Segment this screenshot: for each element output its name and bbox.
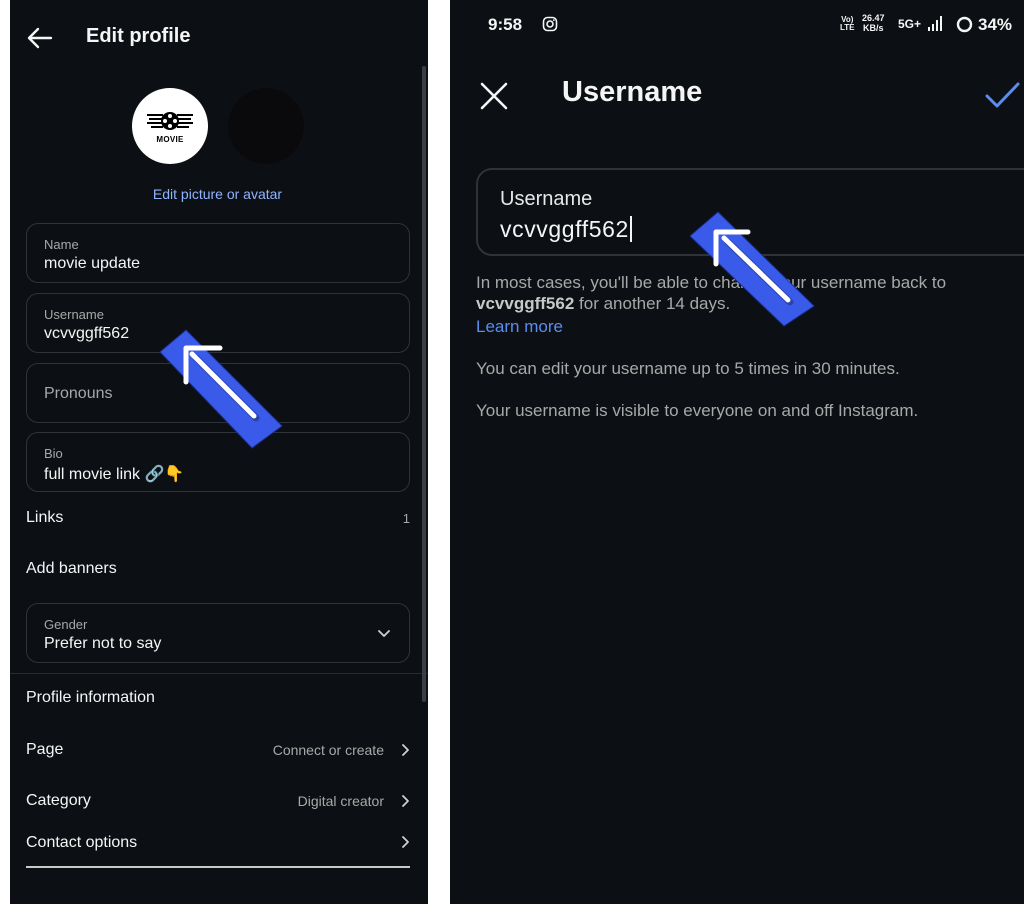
username-input-label: Username: [500, 188, 593, 210]
speed-unit: KB/s: [863, 23, 884, 33]
links-count: 1: [402, 511, 410, 526]
volte-indicator: Vo) LTE: [840, 16, 855, 32]
gender-label: Gender: [44, 617, 88, 632]
learn-more-link[interactable]: Learn more: [476, 317, 563, 337]
help-username: vcvvggff562: [476, 294, 575, 313]
volte-bottom: LTE: [840, 23, 855, 32]
contact-options-row[interactable]: Contact options: [26, 834, 137, 852]
username-value: vcvvggff562: [44, 325, 130, 342]
edit-profile-header: Edit profile: [10, 0, 428, 76]
edit-profile-screen: Edit profile MOVIE Edit picture or avata…: [10, 0, 428, 904]
speed-value: 26.47: [862, 13, 885, 23]
profile-information-heading: Profile information: [26, 689, 155, 706]
text-caret: [629, 216, 632, 242]
edit-limit-text: You can edit your username up to 5 times…: [476, 359, 900, 378]
annotation-arrow: [690, 211, 815, 327]
username-label: Username: [44, 307, 104, 322]
gender-select[interactable]: Gender Prefer not to say: [26, 603, 410, 663]
avatar-logo-text: MOVIE: [156, 134, 184, 144]
scrollbar[interactable]: [422, 66, 426, 702]
annotation-arrow: [160, 329, 283, 449]
profile-avatar[interactable]: MOVIE: [132, 88, 208, 164]
page-title: Username: [562, 76, 703, 108]
username-screen: 9:58 Vo) LTE 26.47 KB/s 5G+ 34% Username: [450, 0, 1024, 904]
username-input-text: vcvvggff562: [500, 216, 629, 242]
add-banners-row[interactable]: Add banners: [26, 560, 117, 578]
pronouns-placeholder: Pronouns: [44, 385, 113, 402]
chevron-right-icon[interactable]: [398, 835, 412, 849]
page-row-value[interactable]: Connect or create: [273, 742, 384, 758]
avatar-placeholder[interactable]: [228, 88, 304, 164]
links-row[interactable]: Links: [26, 509, 63, 527]
close-icon[interactable]: [478, 80, 510, 112]
battery-percent: 34%: [978, 15, 1013, 34]
gender-value: Prefer not to say: [44, 635, 162, 652]
network-type: 5G+: [898, 17, 922, 31]
network-speed: 26.47 KB/s: [862, 13, 885, 33]
chevron-down-icon: [378, 630, 390, 637]
chevron-right-icon[interactable]: [398, 743, 412, 757]
bottom-divider: [26, 866, 410, 868]
name-value: movie update: [44, 255, 141, 272]
name-label: Name: [44, 237, 79, 252]
back-arrow-icon[interactable]: [26, 24, 54, 52]
chevron-right-icon[interactable]: [398, 794, 412, 808]
username-input-value[interactable]: vcvvggff562: [500, 216, 632, 243]
instagram-notification-icon: [542, 16, 558, 32]
bio-label: Bio: [44, 446, 63, 461]
signal-icon: [928, 16, 942, 31]
film-reel-logo-icon: [147, 111, 193, 130]
checkmark-icon[interactable]: [984, 80, 1020, 110]
page-title: Edit profile: [86, 25, 191, 47]
status-bar: 9:58 Vo) LTE 26.47 KB/s 5G+ 34%: [450, 0, 1024, 54]
page-row-label[interactable]: Page: [26, 741, 63, 759]
section-divider: [10, 673, 428, 674]
status-time: 9:58: [488, 15, 523, 34]
category-row-label[interactable]: Category: [26, 792, 91, 810]
bio-value: full movie link 🔗👇: [44, 466, 185, 483]
battery-ring-icon: [956, 16, 973, 33]
edit-picture-link[interactable]: Edit picture or avatar: [10, 186, 425, 202]
name-field[interactable]: Name movie update: [26, 223, 410, 283]
category-row-value[interactable]: Digital creator: [298, 793, 384, 809]
visibility-text: Your username is visible to everyone on …: [476, 401, 919, 420]
